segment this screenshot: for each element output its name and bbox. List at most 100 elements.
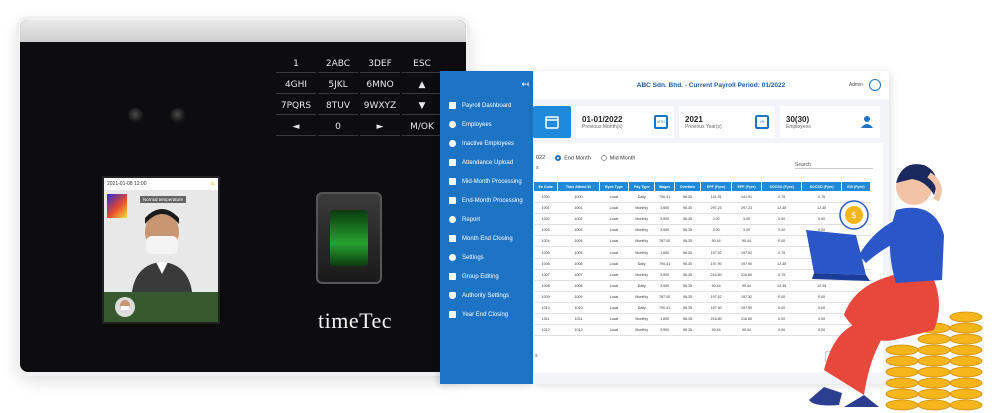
coin <box>885 355 919 367</box>
dollar-icon: $ <box>851 211 857 221</box>
radio-selected[interactable] <box>555 154 562 161</box>
table-cell: 790.41 <box>654 302 675 315</box>
radio-unselected[interactable] <box>600 154 607 161</box>
calendar-card[interactable] <box>533 106 571 138</box>
keypad-key[interactable]: 1 <box>276 56 316 73</box>
card-value: 30(30) <box>786 114 810 124</box>
report-icon <box>449 216 456 223</box>
table-cell: 1010 <box>533 302 558 315</box>
column-header[interactable]: Overtime <box>673 181 702 192</box>
sidebar-item-attendance-upload[interactable]: Attendance Upload <box>440 153 533 172</box>
keypad-key[interactable]: 8TUV <box>318 98 358 115</box>
employees-card[interactable]: 30(30) Employees <box>780 106 880 138</box>
table-cell: Local <box>599 280 629 292</box>
table-cell: 197.52 <box>731 291 762 303</box>
keypad-key[interactable]: ▲ <box>402 77 442 94</box>
month-calendar-icon: MTH <box>654 115 668 129</box>
user-name[interactable]: Admin <box>849 82 863 88</box>
column-header[interactable]: Ee Code <box>533 181 559 192</box>
card-label: Employees <box>786 123 811 130</box>
sidebar-item-mid-month-processing[interactable]: Mid-Month Processing <box>440 172 533 191</box>
device-keypad: 1 2ABC 3DEF ESC 4GHI 5JKL 6MNO ▲ 7PQRS 8… <box>276 56 444 136</box>
sidebar-item-label: End-Month Processing <box>462 197 523 204</box>
table-cell: 1005 <box>557 246 600 259</box>
column-header[interactable]: Wages <box>654 181 675 192</box>
coin <box>917 366 951 378</box>
sidebar-item-month-end-closing[interactable]: Month End Closing <box>440 229 533 248</box>
keypad-key[interactable]: ▼ <box>402 98 442 115</box>
keypad-key[interactable]: 2ABC <box>318 56 358 73</box>
sidebar-item-end-month-processing[interactable]: End-Month Processing <box>440 191 533 210</box>
table-cell: 216.80 <box>731 269 762 281</box>
table-cell: Local <box>599 302 629 315</box>
column-header[interactable]: EPF (Fyee) <box>700 181 733 192</box>
table-cell: 90.44 <box>731 324 762 337</box>
sidebar-item-report[interactable]: Report <box>440 210 533 229</box>
sidebar-item-authority-settings[interactable]: Authority Settings <box>440 286 533 305</box>
coin <box>917 388 951 400</box>
column-header[interactable]: EPF (Fyer) <box>731 181 763 192</box>
arrow-left-icon[interactable]: ↤ <box>521 79 529 90</box>
fingerprint-glass <box>330 210 368 266</box>
screen-user-panel <box>104 292 218 322</box>
sidebar-item-label: Year End Closing <box>462 311 509 318</box>
keypad-key[interactable]: ESC <box>402 56 442 73</box>
keypad-key[interactable]: 4GHI <box>276 77 316 94</box>
avatar[interactable] <box>869 79 881 91</box>
keypad-key[interactable]: 7PQRS <box>276 98 316 115</box>
table-cell: 3,900 <box>654 280 675 292</box>
table-cell: 96.35 <box>674 313 701 326</box>
table-cell: Local <box>599 313 629 326</box>
sidebar-item-settings[interactable]: Settings <box>440 248 533 267</box>
table-cell: 96.35 <box>674 324 701 337</box>
sidebar-item-label: Attendance Upload <box>462 159 514 166</box>
mid-month-radio[interactable]: Mid Month <box>600 154 635 161</box>
coin <box>949 333 983 345</box>
sidebar-item-label: Employees <box>462 121 492 128</box>
table-cell: 90.44 <box>700 280 732 292</box>
table-cell: 790.41 <box>654 191 675 204</box>
sidebar-item-group-editing[interactable]: Group Editing <box>440 267 533 286</box>
table-cell: 90.44 <box>700 235 732 248</box>
keypad-key[interactable]: ► <box>360 119 400 136</box>
sidebar-item-year-end-closing[interactable]: Year End Closing <box>440 305 533 324</box>
table-cell: 197.90 <box>731 302 762 315</box>
table-cell: Local <box>599 213 629 226</box>
page-header: ABC Sdn. Bhd. - Current Payroll Period: … <box>533 71 889 99</box>
table-cell: Local <box>599 224 629 237</box>
coin <box>949 344 983 356</box>
column-header[interactable]: Pay Type <box>628 181 656 192</box>
keypad-key[interactable]: 3DEF <box>360 56 400 73</box>
calendar-icon <box>449 235 456 242</box>
keypad-key[interactable]: 0 <box>318 119 358 136</box>
table-cell: 197.52 <box>700 246 732 259</box>
table-cell: 96.35 <box>674 269 701 281</box>
sidebar-item-employees[interactable]: Employees <box>440 115 533 134</box>
sidebar-item-label: Inactive Employees <box>462 140 515 147</box>
table-cell: 216.80 <box>700 313 732 326</box>
keypad-key[interactable]: 5JKL <box>318 77 358 94</box>
keypad-key[interactable]: M/OK <box>402 119 442 136</box>
end-month-radio[interactable]: End Month <box>555 154 591 161</box>
previous-month-card[interactable]: 01-01/2022 Previous Month(s) MTH <box>576 106 674 138</box>
table-cell: 1008 <box>557 280 600 292</box>
keypad-key[interactable]: ◄ <box>276 119 316 136</box>
payroll-period: 01/2022 <box>761 81 786 89</box>
sidebar-item-inactive-employees[interactable]: Inactive Employees <box>440 134 533 153</box>
fingerprint-scanner[interactable] <box>316 192 382 284</box>
previous-year-card[interactable]: 2021 Previous Year(s) YR <box>679 106 775 138</box>
user-off-icon <box>449 140 456 147</box>
card-value: 01-01/2022 <box>582 114 623 124</box>
table-cell: 96.35 <box>674 224 701 237</box>
sidebar-item-label: Month End Closing <box>462 235 513 242</box>
keypad-key[interactable]: 6MNO <box>360 77 400 94</box>
camera-lens-right <box>170 108 186 124</box>
column-header[interactable]: Ryee Type <box>598 181 630 192</box>
sidebar-item-payroll-dashboard[interactable]: Payroll Dashboard <box>440 96 533 115</box>
table-cell: Monthly <box>628 213 655 226</box>
table-cell: 3,900 <box>654 324 675 337</box>
edit-icon <box>449 273 456 280</box>
keypad-key[interactable]: 9WXYZ <box>360 98 400 115</box>
coin <box>885 399 919 411</box>
column-header[interactable]: Time Attend ID <box>557 181 600 192</box>
